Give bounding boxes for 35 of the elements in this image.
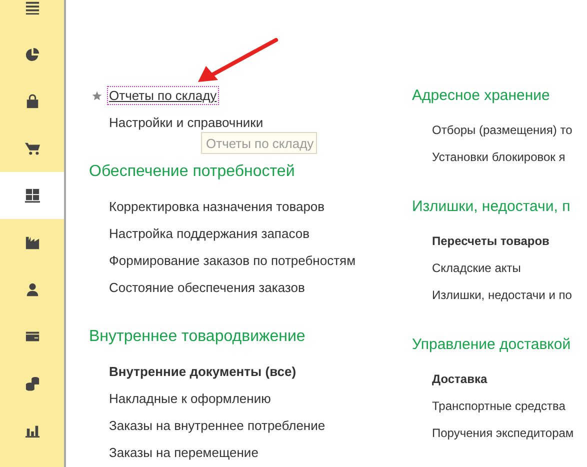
menu-link[interactable]: Доставка <box>432 372 488 386</box>
grid-icon <box>24 188 40 203</box>
card-icon <box>24 329 40 344</box>
tooltip: Отчеты по складу <box>201 132 317 154</box>
menu-link[interactable]: Пересчеты товаров <box>432 234 550 248</box>
menu-link[interactable]: Заказы на внутреннее потребление <box>109 418 326 433</box>
factory-icon <box>24 235 40 250</box>
menu-link[interactable]: Отборы (размещения) то <box>432 123 572 137</box>
section-heading: Обеспечение потребностей <box>89 162 296 182</box>
pie-chart-icon <box>24 47 40 62</box>
section-heading: Излишки, недостачи, п <box>412 197 572 217</box>
menu-link[interactable]: Установки блокировок я <box>432 150 566 164</box>
person-icon <box>24 282 40 297</box>
menu-link[interactable]: Формирование заказов по потребностям <box>109 253 356 268</box>
shopping-bag-icon <box>24 94 40 109</box>
menu-link[interactable]: Излишки, недостачи и по <box>432 288 572 302</box>
menu-icon <box>24 0 40 15</box>
menu-link[interactable]: Накладные к оформлению <box>109 391 271 406</box>
menu-link[interactable]: Состояние обеспечения заказов <box>109 280 305 295</box>
menu-link[interactable]: Настройка поддержания запасов <box>109 226 310 241</box>
cart-icon <box>24 141 40 156</box>
menu-link[interactable]: Настройки и справочники <box>109 115 264 130</box>
section-heading: Управление доставкой <box>412 335 572 355</box>
menu-link[interactable]: Поручения экспедиторам <box>432 426 574 440</box>
bar-chart-icon <box>24 423 40 438</box>
menu-link[interactable]: Отчеты по складу <box>109 88 217 103</box>
menu-link[interactable]: Складские акты <box>432 261 521 275</box>
menu-link[interactable]: Транспортные средства <box>432 399 566 413</box>
menu-link[interactable]: Внутренние документы (все) <box>109 364 296 379</box>
sidebar-item[interactable] <box>0 172 64 219</box>
menu-link[interactable]: Корректировка назначения товаров <box>109 199 325 214</box>
section-heading: Внутреннее товародвижение <box>89 327 306 347</box>
section-heading: Адресное хранение <box>412 86 551 106</box>
menu-link[interactable]: Заказы на перемещение <box>109 445 258 460</box>
star-icon[interactable] <box>92 91 102 101</box>
